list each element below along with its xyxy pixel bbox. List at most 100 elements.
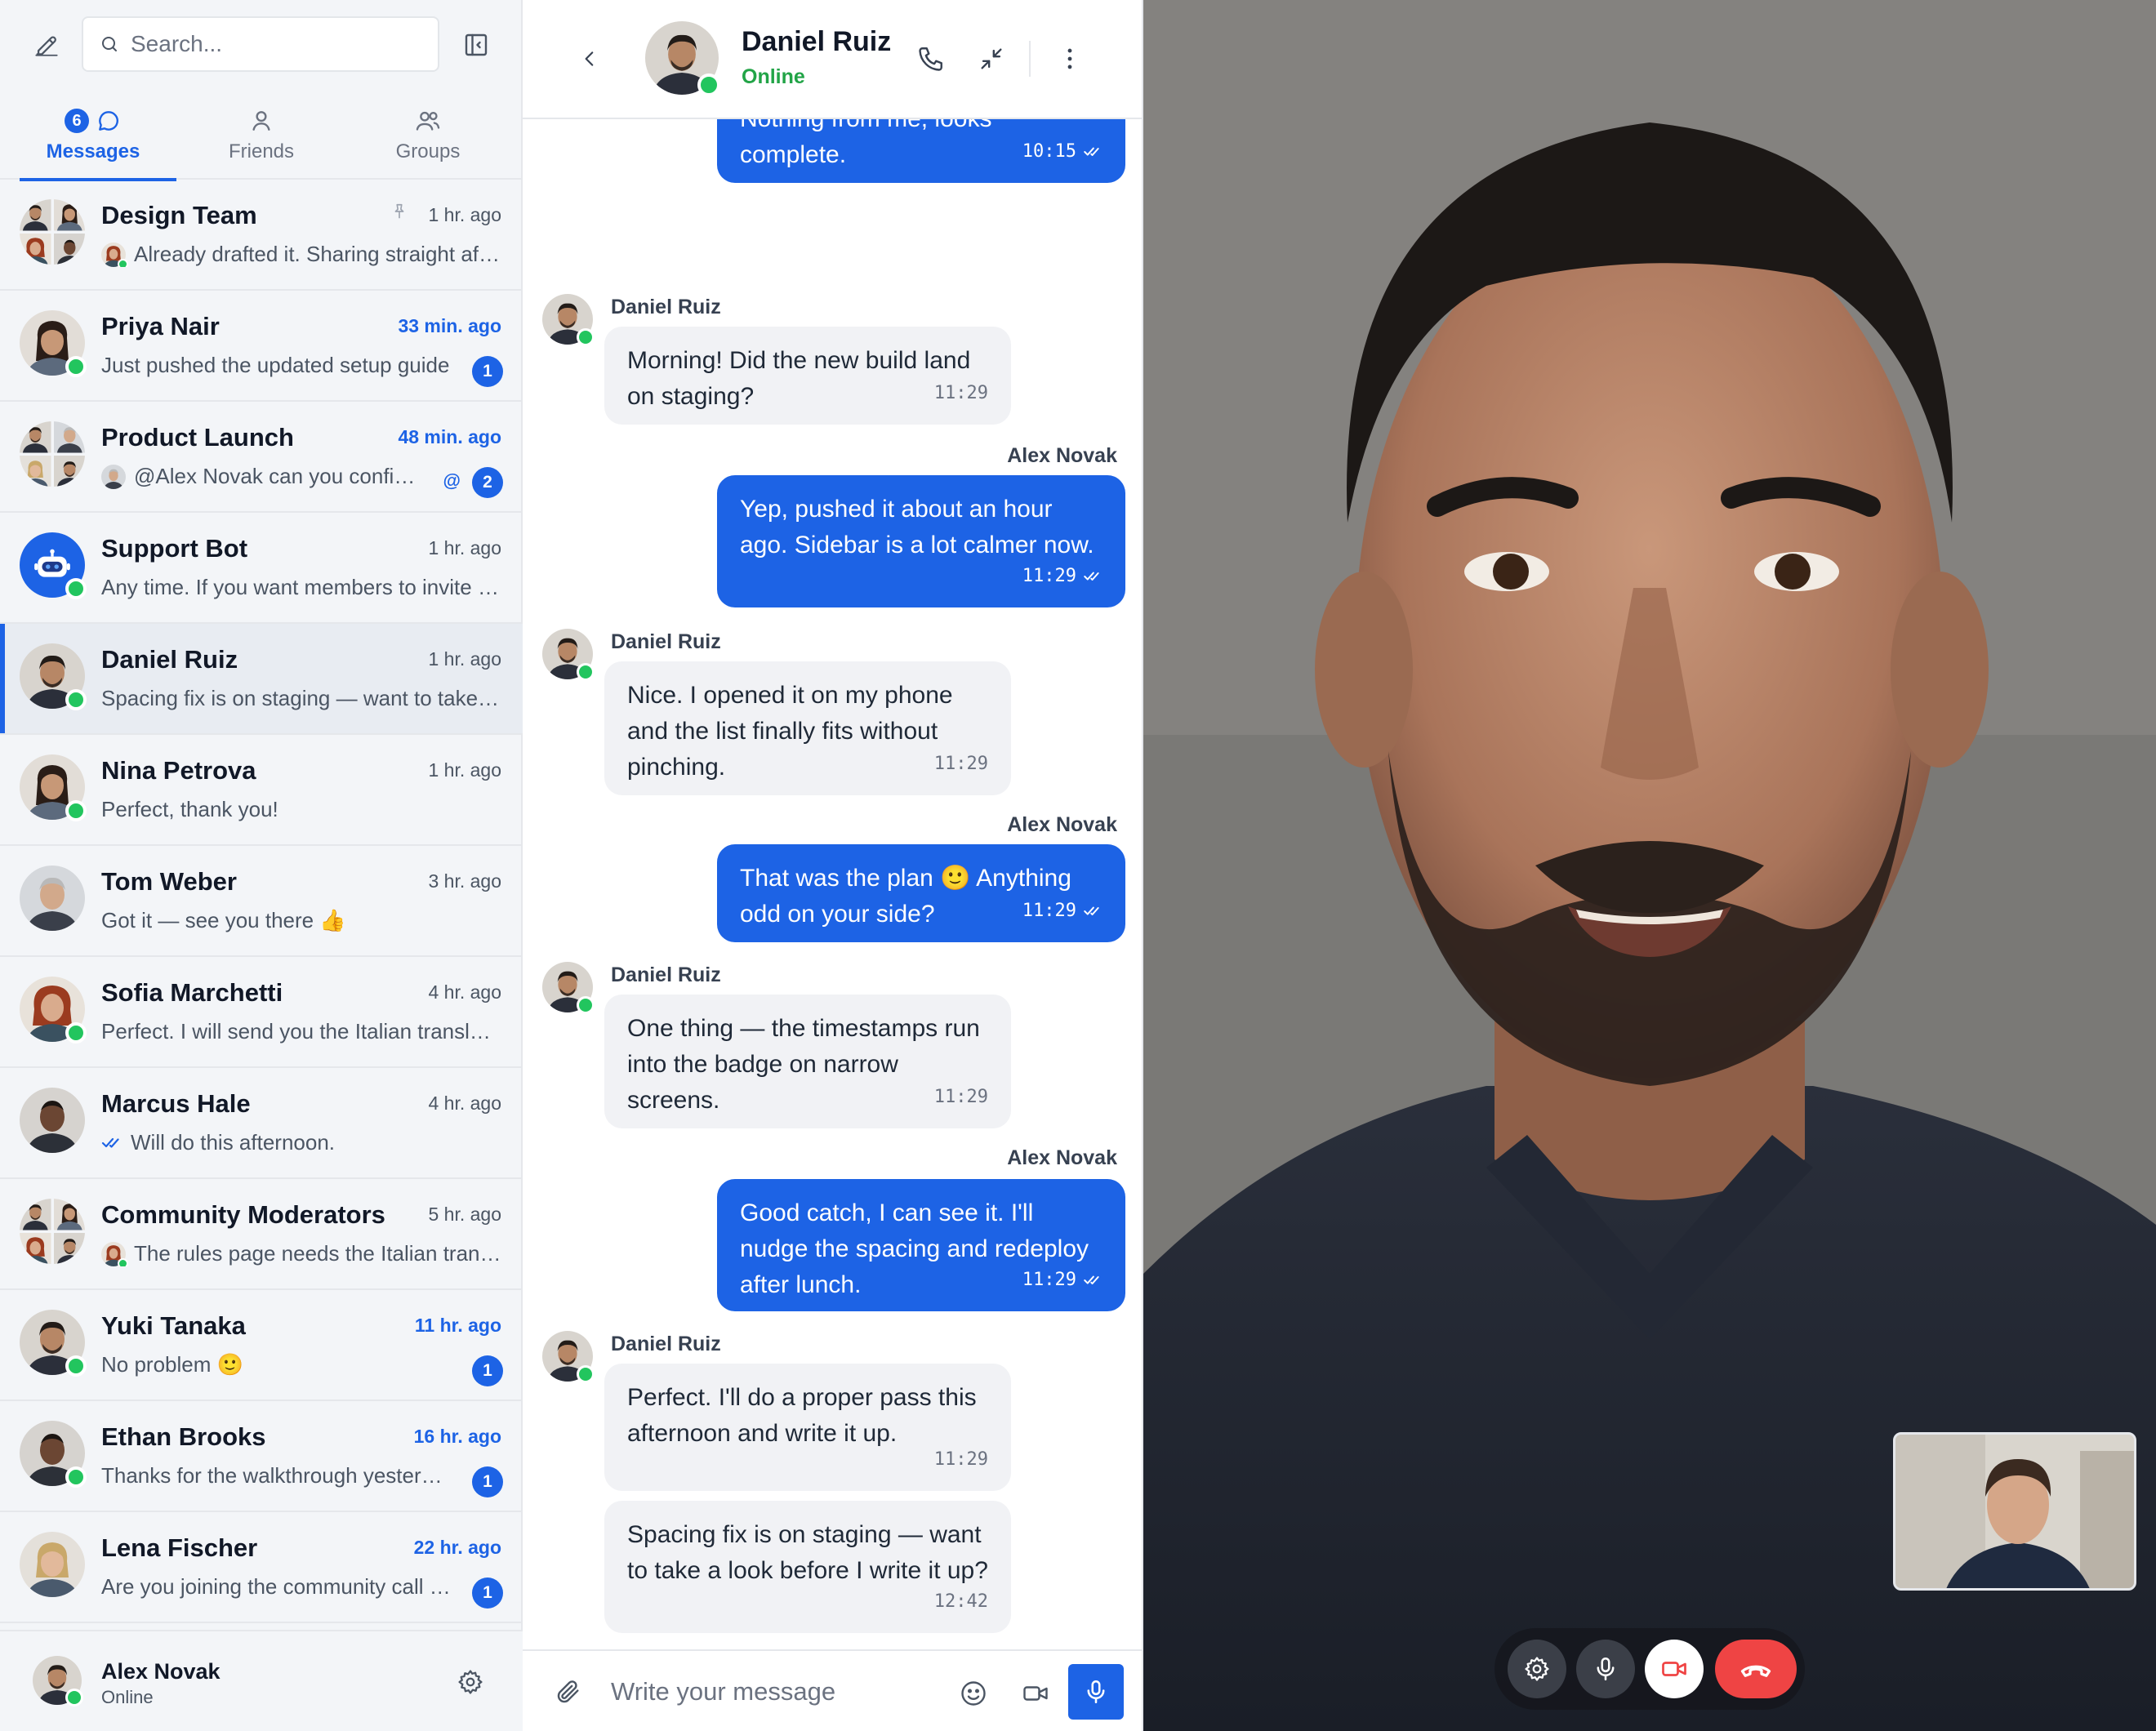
conversation-time: 33 min. ago bbox=[398, 315, 501, 336]
message-sender: Alex Novak bbox=[1007, 1146, 1117, 1169]
call-controls bbox=[1494, 1628, 1805, 1710]
member-avatar bbox=[20, 1199, 51, 1230]
conversation-time: 4 hr. ago bbox=[428, 1092, 501, 1114]
member-avatar bbox=[20, 234, 51, 265]
message-input[interactable] bbox=[611, 1669, 954, 1715]
conversation-item[interactable]: Nina Petrova 1 hr. ago Perfect, thank yo… bbox=[0, 735, 523, 846]
conversation-name: Nina Petrova bbox=[101, 756, 256, 785]
minimize-arrows-icon bbox=[981, 48, 1002, 69]
gear-icon bbox=[1525, 1657, 1549, 1681]
tab-friends[interactable]: Friends bbox=[178, 90, 345, 180]
contact-avatar bbox=[20, 1532, 85, 1597]
conversation-time: 11 hr. ago bbox=[414, 1315, 501, 1336]
message-sender: Daniel Ruiz bbox=[611, 963, 721, 986]
group-avatar bbox=[20, 1199, 85, 1264]
attach-button[interactable] bbox=[552, 1675, 585, 1708]
back-button[interactable] bbox=[573, 42, 606, 75]
conversation-preview-text: Thanks for the walkthrough yesterday! bbox=[101, 1463, 452, 1488]
conversation-item[interactable]: Ethan Brooks 16 hr. ago Thanks for the w… bbox=[0, 1401, 523, 1512]
message-bubble-outgoing: Yep, pushed it about an hour ago. Sideba… bbox=[717, 475, 1125, 607]
conversation-item[interactable]: Design Team 1 hr. ago Already drafted it… bbox=[0, 180, 523, 291]
contact-avatar[interactable] bbox=[645, 21, 720, 96]
call-settings-button[interactable] bbox=[1508, 1640, 1566, 1698]
conversation-item[interactable]: Tom Weber 3 hr. ago Got it — see you the… bbox=[0, 846, 523, 957]
sender-avatar bbox=[542, 962, 595, 1014]
conversation-item[interactable]: Yuki Tanaka 11 hr. ago No problem 🙂 1 bbox=[0, 1290, 523, 1401]
search-box[interactable] bbox=[82, 16, 439, 72]
online-indicator bbox=[577, 996, 595, 1014]
toggle-camera-button[interactable] bbox=[1645, 1640, 1704, 1698]
users-icon bbox=[416, 111, 440, 131]
unread-badge: 1 bbox=[472, 1466, 503, 1497]
conversation-name: Daniel Ruiz bbox=[101, 645, 238, 674]
video-message-button[interactable] bbox=[1018, 1675, 1054, 1711]
current-user-avatar[interactable] bbox=[33, 1656, 83, 1707]
contact-avatar bbox=[20, 643, 87, 710]
tab-messages[interactable]: 6 Messages bbox=[10, 90, 176, 181]
member-avatar bbox=[54, 1233, 86, 1265]
contact-avatar bbox=[20, 310, 87, 377]
search-input[interactable] bbox=[131, 31, 425, 57]
member-avatar bbox=[20, 199, 51, 231]
message-bubble-incoming: Morning! Did the new build land on stagi… bbox=[604, 327, 1011, 425]
message-time: 11:29 bbox=[933, 754, 988, 774]
emoji-button[interactable] bbox=[956, 1675, 991, 1711]
paperclip-icon bbox=[557, 1680, 579, 1703]
microphone-icon bbox=[1597, 1657, 1615, 1681]
message-text: Nice. I opened it on my phone and the li… bbox=[627, 682, 953, 781]
chat-header: Daniel Ruiz Online bbox=[523, 0, 1142, 119]
current-user-name: Alex Novak bbox=[101, 1659, 220, 1684]
conversation-name: Yuki Tanaka bbox=[101, 1311, 246, 1340]
conversation-item[interactable]: Lena Fischer 22 hr. ago Are you joining … bbox=[0, 1512, 523, 1623]
member-avatar bbox=[54, 421, 86, 453]
conversation-time: 3 hr. ago bbox=[428, 870, 501, 892]
group-avatar-grid bbox=[20, 1199, 85, 1264]
conversation-preview-text: Perfect. I will send you the Italian tra… bbox=[101, 1019, 501, 1043]
member-avatar bbox=[20, 421, 51, 453]
pin-icon bbox=[394, 203, 404, 219]
voice-call-button[interactable] bbox=[913, 41, 949, 77]
toggle-microphone-button[interactable] bbox=[1576, 1640, 1635, 1698]
conversation-preview: Any time. If you want members to invite … bbox=[101, 575, 501, 600]
conversation-preview: Already drafted it. Sharing straight aft… bbox=[101, 242, 501, 267]
voice-record-button[interactable] bbox=[1068, 1664, 1124, 1720]
double-check-icon bbox=[1084, 906, 1099, 915]
conversation-time: 1 hr. ago bbox=[428, 759, 501, 781]
double-check-icon bbox=[101, 1137, 119, 1148]
tab-groups[interactable]: Groups bbox=[345, 90, 511, 180]
online-indicator bbox=[577, 1365, 595, 1383]
message-bubble-incoming: Perfect. I'll do a proper pass this afte… bbox=[604, 1364, 1011, 1491]
conversation-item[interactable]: Sofia Marchetti 4 hr. ago Perfect. I wil… bbox=[0, 957, 523, 1068]
end-call-button[interactable] bbox=[1715, 1640, 1797, 1698]
conversation-preview: No problem 🙂 bbox=[101, 1352, 452, 1377]
current-user-status: Online bbox=[101, 1687, 154, 1707]
sidebar: 6 Messages Friends Groups bbox=[0, 0, 523, 1731]
conversation-item[interactable]: Product Launch 48 min. ago @Alex Novak c… bbox=[0, 402, 523, 513]
conversation-time: 1 hr. ago bbox=[428, 537, 501, 558]
minimize-call-button[interactable] bbox=[973, 41, 1009, 77]
chat-bubble-icon bbox=[99, 111, 118, 131]
self-view-video[interactable] bbox=[1893, 1432, 2136, 1591]
conversation-preview: Perfect. I will send you the Italian tra… bbox=[101, 1019, 501, 1044]
conversation-item[interactable]: Community Moderators 5 hr. ago The rules… bbox=[0, 1179, 523, 1290]
compose-button[interactable] bbox=[26, 24, 67, 65]
more-options-button[interactable] bbox=[1052, 41, 1088, 77]
collapse-sidebar-button[interactable] bbox=[456, 24, 497, 65]
conversation-preview-text: No problem 🙂 bbox=[101, 1352, 243, 1377]
message-sender: Alex Novak bbox=[1007, 444, 1117, 467]
current-user-bar: Alex Novak Online bbox=[0, 1630, 523, 1731]
conversation-time: 4 hr. ago bbox=[428, 981, 501, 1003]
conversation-item-active[interactable]: Daniel Ruiz 1 hr. ago Spacing fix is on … bbox=[0, 624, 523, 735]
double-check-icon bbox=[1084, 147, 1099, 156]
conversation-preview-text: Perfect, thank you! bbox=[101, 797, 278, 821]
conversation-preview: @Alex Novak can you confirm the date? bbox=[101, 464, 420, 489]
online-indicator bbox=[65, 1466, 87, 1488]
conversation-item[interactable]: Support Bot 1 hr. ago Any time. If you w… bbox=[0, 513, 523, 624]
conversation-preview: Spacing fix is on staging — want to take… bbox=[101, 686, 501, 711]
chat-panel: Nothing from me, looks complete. 10:15 D… bbox=[523, 0, 1143, 1731]
member-avatar bbox=[54, 456, 86, 487]
conversation-item[interactable]: Marcus Hale 4 hr. ago Will do this after… bbox=[0, 1068, 523, 1179]
conversation-item[interactable]: Priya Nair 33 min. ago Just pushed the u… bbox=[0, 291, 523, 402]
settings-button[interactable] bbox=[454, 1666, 487, 1698]
member-avatar bbox=[54, 199, 86, 231]
